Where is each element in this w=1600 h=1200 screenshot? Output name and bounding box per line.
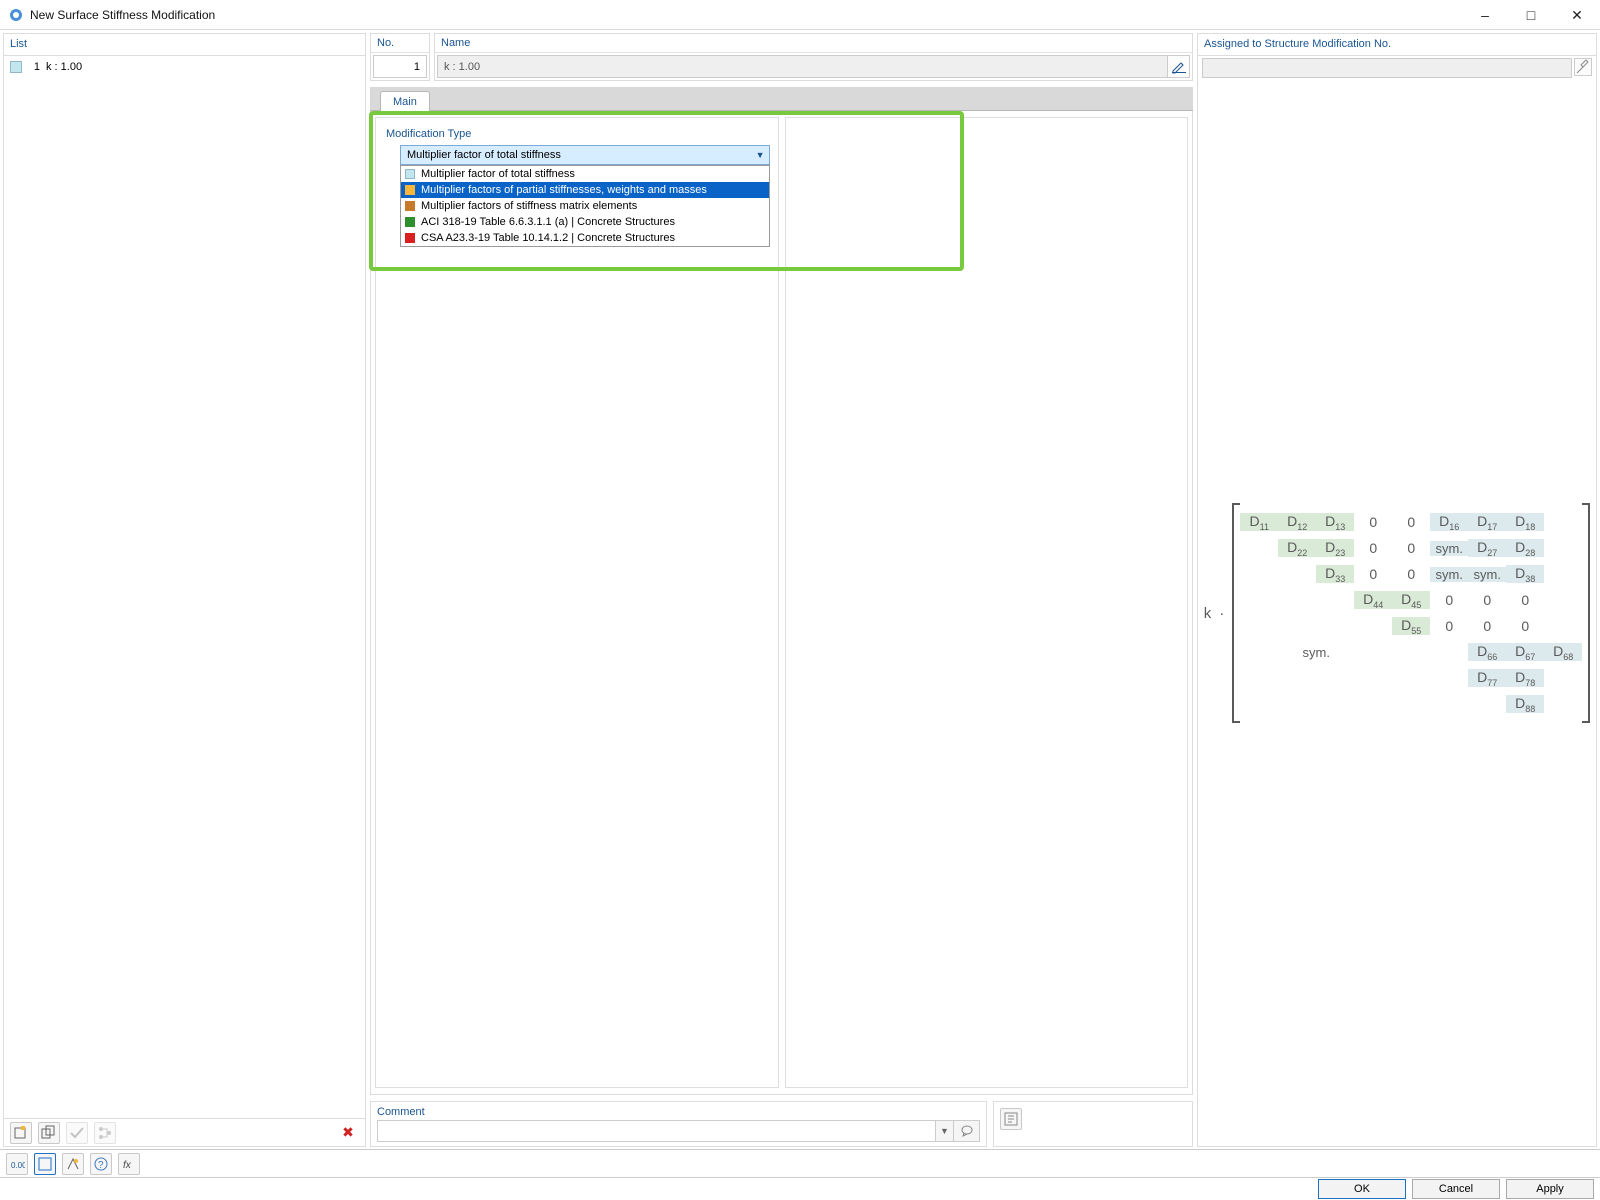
assigned-label: Assigned to Structure Modification No. (1204, 38, 1391, 50)
name-edit-button[interactable] (1168, 55, 1190, 78)
title-bar: New Surface Stiffness Modification – □ ✕ (0, 0, 1600, 30)
comment-label: Comment (377, 1106, 980, 1118)
modtype-combo-display[interactable]: Multiplier factor of total stiffness ▼ (400, 145, 770, 165)
option-swatch (405, 201, 415, 211)
list-item-text: k : 1.00 (46, 61, 82, 73)
name-box: Name k : 1.00 (434, 33, 1193, 81)
close-button[interactable]: ✕ (1554, 0, 1600, 30)
option-swatch (405, 169, 415, 179)
matrix-preview: k · D11D12D1300D16D17D18 D22D2300sym.D27… (1198, 80, 1596, 1146)
modtype-option[interactable]: CSA A23.3-19 Table 10.14.1.2 | Concrete … (401, 230, 769, 246)
tab-main[interactable]: Main (380, 91, 430, 111)
modtype-option[interactable]: Multiplier factors of partial stiffnesse… (401, 182, 769, 198)
modtype-option[interactable]: ACI 318-19 Table 6.6.3.1.1 (a) | Concret… (401, 214, 769, 230)
stiffness-matrix: D11D12D1300D16D17D18 D22D2300sym.D27D28 … (1232, 503, 1590, 723)
modtype-selected: Multiplier factor of total stiffness (407, 149, 561, 161)
app-icon (8, 7, 24, 23)
comment-extra-button[interactable] (954, 1120, 980, 1142)
name-label: Name (435, 34, 1192, 53)
new-item-button[interactable] (10, 1122, 32, 1144)
comment-dropdown-button[interactable]: ▼ (936, 1120, 954, 1142)
dialog-buttons: OK Cancel Apply (0, 1178, 1600, 1200)
option-swatch (405, 185, 415, 195)
svg-text:fx: fx (123, 1160, 132, 1171)
window-title: New Surface Stiffness Modification (30, 8, 215, 22)
model-button[interactable] (62, 1153, 84, 1175)
modtype-option[interactable]: Multiplier factor of total stiffness (401, 166, 769, 182)
assigned-panel: Assigned to Structure Modification No. k… (1197, 33, 1597, 1147)
main-panel: No. 1 Name k : 1.00 Main Modification Ty… (370, 33, 1193, 1147)
help-button[interactable]: ? (90, 1153, 112, 1175)
modtype-option[interactable]: Multiplier factors of stiffness matrix e… (401, 198, 769, 214)
view-button[interactable] (34, 1153, 56, 1175)
list-item-index: 1 (28, 61, 40, 73)
minimize-button[interactable]: – (1462, 0, 1508, 30)
svg-text:?: ? (98, 1160, 104, 1171)
ok-button[interactable]: OK (1318, 1179, 1406, 1199)
comment-box: Comment ▼ (370, 1101, 987, 1147)
no-box: No. 1 (370, 33, 430, 81)
list-item[interactable]: 1 k : 1.00 (4, 58, 365, 76)
units-button[interactable]: 0.00 (6, 1153, 28, 1175)
right-half-panel (785, 117, 1189, 1088)
list-panel: List 1 k : 1.00 ✖ (3, 33, 366, 1147)
chevron-down-icon: ▼ (756, 150, 765, 160)
tab-body: Modification Type Multiplier factor of t… (370, 111, 1193, 1095)
assigned-header: Assigned to Structure Modification No. (1198, 34, 1596, 56)
modtype-panel: Modification Type Multiplier factor of t… (375, 117, 779, 1088)
comment-side-panel (993, 1101, 1193, 1147)
list-body: 1 k : 1.00 (4, 56, 365, 1118)
maximize-button[interactable]: □ (1508, 0, 1554, 30)
list-header: List (4, 34, 365, 56)
modtype-dropdown: Multiplier factor of total stiffness Mul… (400, 165, 770, 247)
svg-text:0.00: 0.00 (11, 1161, 25, 1170)
comment-input[interactable] (377, 1120, 936, 1142)
modtype-combo[interactable]: Multiplier factor of total stiffness ▼ M… (400, 145, 770, 165)
assigned-input[interactable] (1202, 58, 1572, 78)
option-swatch (405, 233, 415, 243)
dialog-footer: 0.00 ? fx OK Cancel Apply (0, 1149, 1600, 1200)
matrix-prefix: k (1204, 605, 1212, 622)
cancel-button[interactable]: Cancel (1412, 1179, 1500, 1199)
check-button (66, 1122, 88, 1144)
function-button[interactable]: fx (118, 1153, 140, 1175)
list-toolbar: ✖ (4, 1118, 365, 1146)
tab-strip: Main (370, 87, 1193, 111)
delete-item-button[interactable]: ✖ (337, 1122, 359, 1144)
option-swatch (405, 217, 415, 227)
comment-row: Comment ▼ (370, 1101, 1193, 1147)
no-input[interactable]: 1 (373, 55, 427, 78)
no-label: No. (371, 34, 429, 53)
modtype-section-title: Modification Type (376, 118, 778, 143)
assigned-pick-button[interactable] (1574, 58, 1592, 76)
apply-button[interactable]: Apply (1506, 1179, 1594, 1199)
comment-side-button[interactable] (1000, 1108, 1022, 1130)
copy-item-button[interactable] (38, 1122, 60, 1144)
matrix-dot: · (1219, 605, 1224, 622)
list-item-swatch (10, 61, 22, 73)
footer-toolbar: 0.00 ? fx (0, 1150, 1600, 1178)
tree-button (94, 1122, 116, 1144)
name-input[interactable]: k : 1.00 (437, 55, 1168, 78)
